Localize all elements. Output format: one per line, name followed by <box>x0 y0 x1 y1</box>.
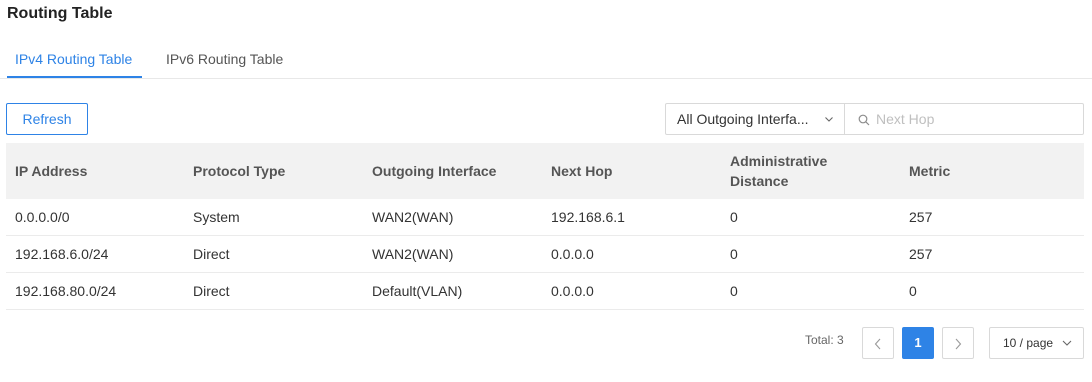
cell-protocol-type: Direct <box>193 246 230 262</box>
cell-ip-address: 0.0.0.0/0 <box>15 209 70 225</box>
cell-ip-address: 192.168.80.0/24 <box>15 283 117 299</box>
next-hop-search[interactable] <box>844 103 1084 135</box>
cell-protocol-type: Direct <box>193 283 230 299</box>
tab-ipv6-routing-table[interactable]: IPv6 Routing Table <box>166 40 283 79</box>
outgoing-interface-select-value: All Outgoing Interfa... <box>677 111 809 127</box>
routing-table: IP Address Protocol Type Outgoing Interf… <box>6 143 1084 310</box>
next-page-button[interactable] <box>942 327 974 359</box>
table-row: 192.168.80.0/24 Direct Default(VLAN) 0.0… <box>6 273 1084 310</box>
chevron-down-icon <box>1062 340 1072 346</box>
cell-administrative-distance: 0 <box>730 246 738 262</box>
cell-protocol-type: System <box>193 209 240 225</box>
cell-outgoing-interface: WAN2(WAN) <box>372 209 454 225</box>
page-title: Routing Table <box>7 5 113 22</box>
page-number-current[interactable]: 1 <box>902 327 934 359</box>
cell-outgoing-interface: WAN2(WAN) <box>372 246 454 262</box>
chevron-right-icon <box>955 338 962 350</box>
cell-administrative-distance: 0 <box>730 283 738 299</box>
table-row: 0.0.0.0/0 System WAN2(WAN) 192.168.6.1 0… <box>6 199 1084 236</box>
cell-next-hop: 0.0.0.0 <box>551 246 594 262</box>
outgoing-interface-select[interactable]: All Outgoing Interfa... <box>665 103 845 135</box>
page-size-select[interactable]: 10 / page <box>989 327 1084 359</box>
refresh-button[interactable]: Refresh <box>6 103 88 135</box>
table-row: 192.168.6.0/24 Direct WAN2(WAN) 0.0.0.0 … <box>6 236 1084 273</box>
cell-outgoing-interface: Default(VLAN) <box>372 283 463 299</box>
column-header-protocol-type: Protocol Type <box>193 163 286 179</box>
cell-metric: 257 <box>909 209 933 225</box>
chevron-left-icon <box>874 338 881 350</box>
active-tab-indicator <box>7 76 142 78</box>
cell-ip-address: 192.168.6.0/24 <box>15 246 109 262</box>
pagination-total: Total: 3 <box>805 333 844 347</box>
next-hop-search-input[interactable] <box>876 109 1076 129</box>
search-icon <box>858 114 870 126</box>
column-header-outgoing-interface: Outgoing Interface <box>372 163 497 179</box>
previous-page-button[interactable] <box>862 327 894 359</box>
column-header-metric: Metric <box>909 163 951 179</box>
tab-bar: IPv4 Routing Table IPv6 Routing Table <box>0 40 1092 79</box>
chevron-down-icon <box>825 117 833 122</box>
table-header: IP Address Protocol Type Outgoing Interf… <box>6 143 1084 199</box>
cell-next-hop: 192.168.6.1 <box>551 209 625 225</box>
routing-table-page: Routing Table IPv4 Routing Table IPv6 Ro… <box>0 0 1092 382</box>
cell-metric: 0 <box>909 283 917 299</box>
tab-ipv4-routing-table[interactable]: IPv4 Routing Table <box>15 40 132 79</box>
column-header-ip-address: IP Address <box>15 163 88 179</box>
cell-next-hop: 0.0.0.0 <box>551 283 594 299</box>
cell-administrative-distance: 0 <box>730 209 738 225</box>
cell-metric: 257 <box>909 246 933 262</box>
page-size-value: 10 / page <box>1003 336 1054 350</box>
column-header-administrative-distance: Administrative Distance <box>730 153 828 189</box>
column-header-next-hop: Next Hop <box>551 163 613 179</box>
